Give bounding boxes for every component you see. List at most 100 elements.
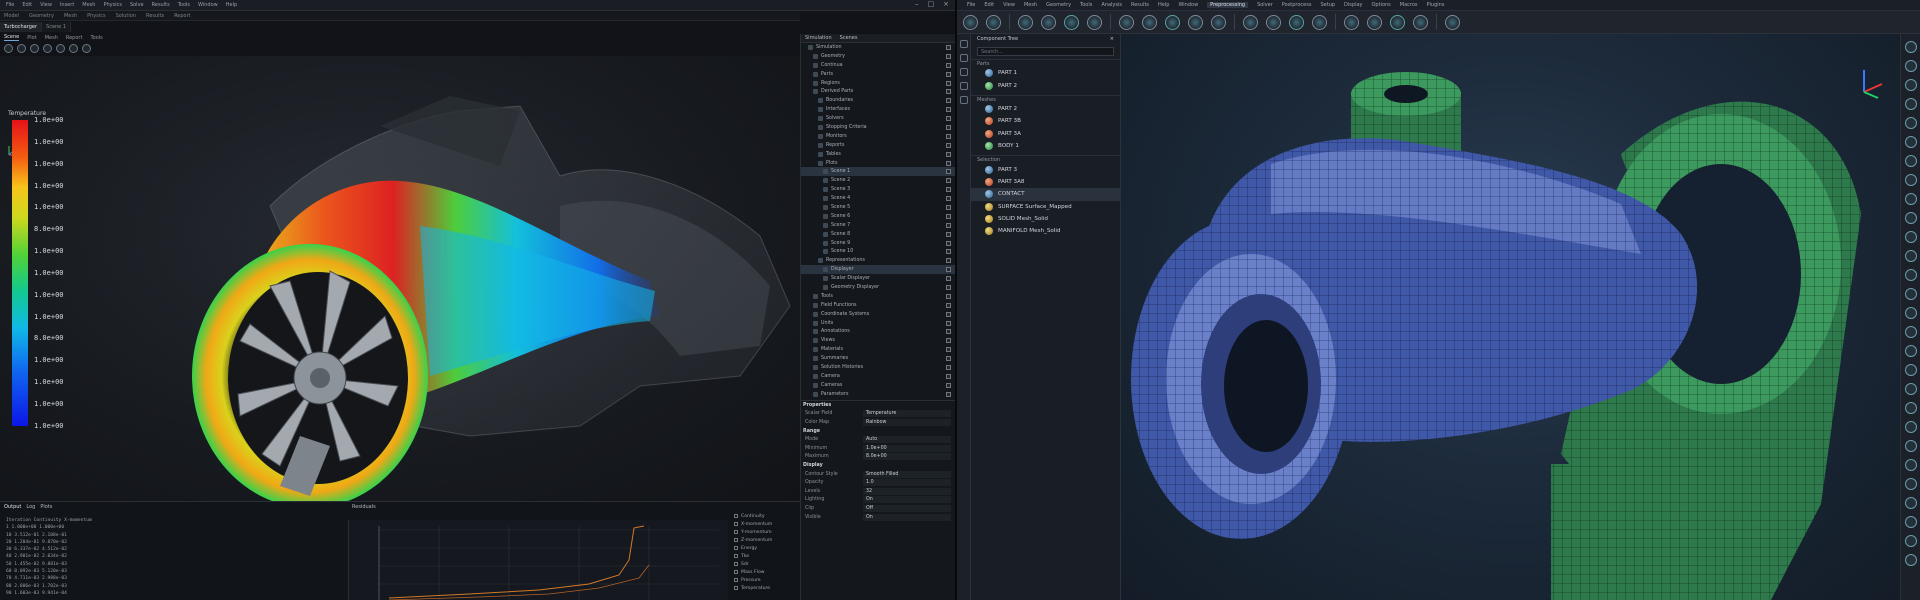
plot-series-item[interactable]: Energy <box>730 544 800 552</box>
menu-item-results[interactable]: Results <box>152 2 170 8</box>
tab-log[interactable]: Log <box>26 504 35 510</box>
tree-row[interactable]: Tables <box>801 150 955 159</box>
menu-item-macros[interactable]: Macros <box>1400 2 1418 8</box>
visibility-checkbox[interactable] <box>946 44 951 50</box>
side-tool-icon[interactable] <box>1904 554 1917 566</box>
property-value[interactable]: On <box>863 513 951 521</box>
menu-item-file[interactable]: File <box>6 2 14 8</box>
rotate-icon[interactable] <box>17 44 26 53</box>
tree-icon[interactable] <box>959 40 968 48</box>
menu-item-physics[interactable]: Physics <box>103 2 122 8</box>
minimize-icon[interactable]: – <box>915 0 919 11</box>
series-checkbox[interactable] <box>734 546 738 550</box>
series-checkbox[interactable] <box>734 562 738 566</box>
side-tool-icon[interactable] <box>1904 231 1917 243</box>
property-value[interactable]: 8.0e+00 <box>863 453 951 461</box>
toolbar-tool-icon[interactable] <box>1165 14 1180 30</box>
tab-scenes[interactable]: Scenes <box>840 35 858 41</box>
side-tool-icon[interactable] <box>1904 155 1917 167</box>
tree-row[interactable]: Stopping Criteria <box>801 123 955 132</box>
tree-row[interactable]: Representations <box>801 256 955 265</box>
tree-row[interactable]: Parts <box>801 70 955 79</box>
scene-viewport[interactable] <box>0 56 800 501</box>
toolbar-tool-icon[interactable] <box>1312 14 1327 30</box>
filter-icon[interactable] <box>959 68 968 76</box>
visibility-checkbox[interactable] <box>946 89 951 95</box>
info-icon[interactable] <box>959 96 968 104</box>
menu-item-plugins[interactable]: Plugins <box>1427 2 1445 8</box>
tab-output[interactable]: Output <box>4 504 21 510</box>
menu-item-edit[interactable]: Edit <box>984 2 994 8</box>
visibility-checkbox[interactable] <box>946 196 951 202</box>
tree-row[interactable]: Scene 4 <box>801 194 955 203</box>
tree-row[interactable]: Parameters <box>801 390 955 399</box>
fit-icon[interactable] <box>56 44 65 53</box>
ribbon-tab-mesh[interactable]: Mesh <box>64 13 77 19</box>
visibility-checkbox[interactable] <box>946 267 951 273</box>
visibility-checkbox[interactable] <box>946 356 951 362</box>
component-item[interactable]: PART 3A <box>971 128 1120 140</box>
tree-row[interactable]: Scene 2 <box>801 176 955 185</box>
visibility-checkbox[interactable] <box>946 276 951 282</box>
toolbar-tool-icon[interactable] <box>1018 14 1033 30</box>
side-tool-icon[interactable] <box>1904 193 1917 205</box>
maximize-icon[interactable]: □ <box>928 0 935 11</box>
visibility-checkbox[interactable] <box>946 249 951 255</box>
property-value[interactable]: Auto <box>863 436 951 444</box>
sub-tab-plot[interactable]: Plot <box>27 35 36 41</box>
series-checkbox[interactable] <box>734 538 738 542</box>
tree-row[interactable]: Scene 6 <box>801 212 955 221</box>
property-value[interactable]: 1.0e+00 <box>863 444 951 452</box>
visibility-checkbox[interactable] <box>946 338 951 344</box>
side-tool-icon[interactable] <box>1904 174 1917 186</box>
tree-row[interactable]: Solvers <box>801 114 955 123</box>
tree-row[interactable]: Scene 7 <box>801 221 955 230</box>
menu-item-edit[interactable]: Edit <box>22 2 32 8</box>
toolbar-tool-icon[interactable] <box>1367 14 1382 30</box>
menu-item-analysis[interactable]: Analysis <box>1101 2 1122 8</box>
side-tool-icon[interactable] <box>1904 60 1917 72</box>
toolbar-tool-icon[interactable] <box>1188 14 1203 30</box>
side-tool-icon[interactable] <box>1904 250 1917 262</box>
tree-row[interactable]: Geometry <box>801 52 955 61</box>
toolbar-tool-icon[interactable] <box>963 14 978 30</box>
side-tool-icon[interactable] <box>1904 383 1917 395</box>
tree-row[interactable]: Regions <box>801 79 955 88</box>
tree-row[interactable]: Plots <box>801 159 955 168</box>
menu-item-view[interactable]: View <box>40 2 52 8</box>
tree-row[interactable]: Scene 5 <box>801 203 955 212</box>
toolbar-tool-icon[interactable] <box>1119 14 1134 30</box>
tab-simulation[interactable]: Simulation <box>805 35 832 41</box>
visibility-checkbox[interactable] <box>946 116 951 122</box>
side-tool-icon[interactable] <box>1904 326 1917 338</box>
tree-row[interactable]: Scene 1 <box>801 167 955 177</box>
side-tool-icon[interactable] <box>1904 440 1917 452</box>
pan-icon[interactable] <box>30 44 39 53</box>
menu-item-geometry[interactable]: Geometry <box>1046 2 1071 8</box>
visibility-checkbox[interactable] <box>946 80 951 86</box>
series-checkbox[interactable] <box>734 530 738 534</box>
menu-item-insert[interactable]: Insert <box>60 2 74 8</box>
toolbar-tool-icon[interactable] <box>1266 14 1281 30</box>
visibility-checkbox[interactable] <box>946 222 951 228</box>
tree-row[interactable]: Geometry Displayer <box>801 283 955 292</box>
series-checkbox[interactable] <box>734 554 738 558</box>
sub-tab-tools[interactable]: Tools <box>90 35 102 41</box>
visibility-checkbox[interactable] <box>946 71 951 77</box>
ribbon-tab-geometry[interactable]: Geometry <box>29 13 54 19</box>
visibility-checkbox[interactable] <box>946 187 951 193</box>
tree-row[interactable]: Derived Parts <box>801 87 955 96</box>
save-image-icon[interactable] <box>82 44 91 53</box>
property-value[interactable]: Smooth Filled <box>863 470 951 478</box>
series-checkbox[interactable] <box>734 514 738 518</box>
settings-icon[interactable] <box>959 82 968 90</box>
property-value[interactable]: Temperature <box>863 410 951 418</box>
visibility-checkbox[interactable] <box>946 302 951 308</box>
menu-item-help[interactable]: Help <box>226 2 237 8</box>
toolbar-tool-icon[interactable] <box>1142 14 1157 30</box>
side-tool-icon[interactable] <box>1904 98 1917 110</box>
side-tool-icon[interactable] <box>1904 516 1917 528</box>
tree-row[interactable]: Scene 9 <box>801 239 955 248</box>
visibility-checkbox[interactable] <box>946 231 951 237</box>
plot-series-item[interactable]: Pressure <box>730 576 800 584</box>
